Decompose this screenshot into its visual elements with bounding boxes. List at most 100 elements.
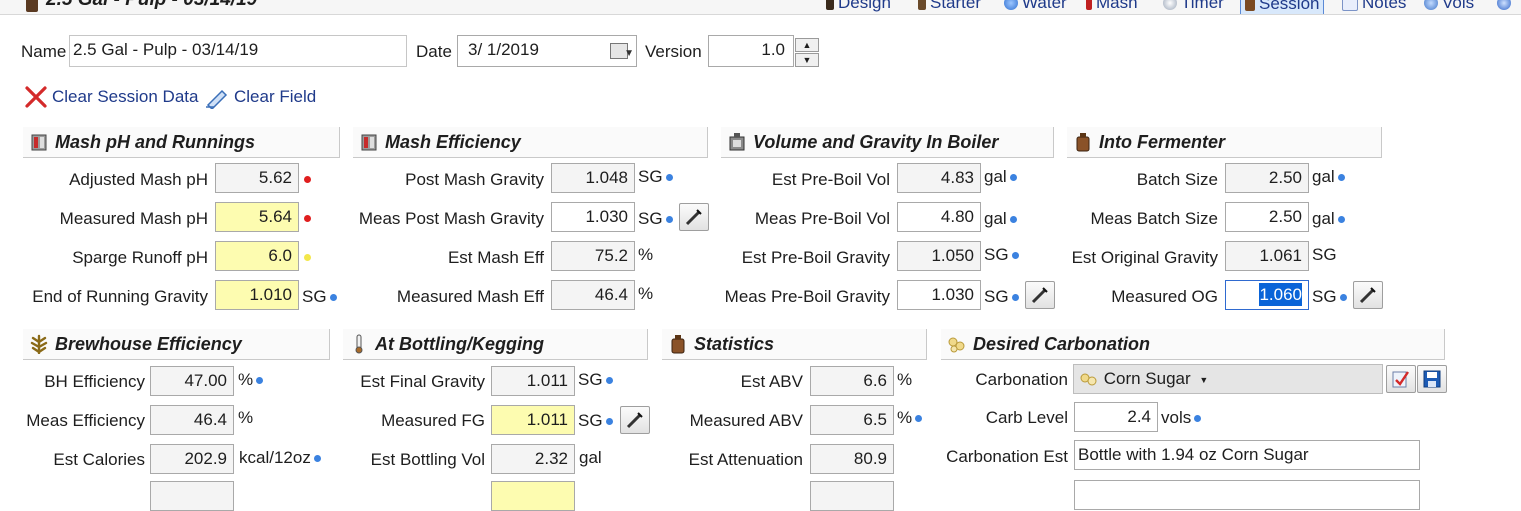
est-bottling-vol-label: Est Bottling Vol xyxy=(370,450,485,469)
vols-icon xyxy=(1424,0,1438,10)
measured-ph-label: Measured Mash pH xyxy=(59,209,208,228)
bh-efficiency-value: 47.00 xyxy=(150,366,234,396)
tab-timer[interactable]: Timer xyxy=(1163,0,1224,14)
clear-field-button[interactable]: Clear Field xyxy=(204,85,316,109)
water-drop-icon xyxy=(1004,0,1018,10)
info-dot-icon xyxy=(1339,294,1347,302)
unit-label: % xyxy=(238,370,264,390)
tab-vols[interactable]: Vols xyxy=(1424,0,1474,14)
unit-label: % xyxy=(638,245,654,264)
clear-session-button[interactable]: Clear Session Data xyxy=(24,85,198,109)
info-dot-icon xyxy=(665,174,673,182)
carb-level-field[interactable]: 2.4 xyxy=(1074,402,1158,432)
hydrometer-icon xyxy=(685,209,702,226)
adjusted-ph-value: 5.62 xyxy=(215,163,299,193)
meas-post-gravity-field[interactable]: 1.030 xyxy=(551,202,635,232)
stepper-up-icon[interactable]: ▲ xyxy=(795,38,819,52)
info-dot-icon xyxy=(1194,415,1202,423)
section-statistics: Statistics xyxy=(662,329,927,360)
info-dot-icon xyxy=(605,377,613,385)
tab-water[interactable]: Water xyxy=(1004,0,1067,14)
thermometer-icon xyxy=(355,334,363,354)
selected-text: 1.060 xyxy=(1259,283,1302,306)
hydrometer-button[interactable] xyxy=(620,406,650,434)
section-fermenter: Into Fermenter xyxy=(1067,127,1382,158)
meas-batch-size-label: Meas Batch Size xyxy=(1090,209,1218,228)
meas-preboil-vol-field[interactable]: 4.80 xyxy=(897,202,981,232)
est-calories-label: Est Calories xyxy=(53,450,145,469)
section-mash-efficiency: Mash Efficiency xyxy=(353,127,708,158)
version-label: Version xyxy=(645,42,702,61)
end-gravity-field[interactable]: 1.010 xyxy=(215,280,299,310)
carbonation-dropdown[interactable]: Corn Sugar ▼ xyxy=(1073,364,1383,394)
partial-field xyxy=(810,481,894,511)
chevron-down-icon: ▼ xyxy=(624,48,634,59)
section-mash-ph: Mash pH and Runnings xyxy=(23,127,340,158)
sparge-ph-label: Sparge Runoff pH xyxy=(72,248,208,267)
floppy-save-icon xyxy=(1423,370,1441,388)
check-list-button[interactable] xyxy=(1386,365,1416,393)
info-dot-icon xyxy=(1011,252,1019,260)
est-preboil-gravity-value: 1.050 xyxy=(897,241,981,271)
unit-label: SG xyxy=(984,245,1019,265)
version-field[interactable]: 1.0 xyxy=(708,35,794,67)
info-dot-icon xyxy=(665,216,673,224)
sparge-ph-field[interactable]: 6.0 xyxy=(215,241,299,271)
measured-ph-field[interactable]: 5.64 xyxy=(215,202,299,232)
batch-size-value: 2.50 xyxy=(1225,163,1309,193)
hydrometer-button[interactable] xyxy=(1353,281,1383,309)
est-og-label: Est Original Gravity xyxy=(1071,248,1218,267)
info-dot-icon xyxy=(1337,216,1345,224)
measured-abv-value: 6.5 xyxy=(810,405,894,435)
tab-notes[interactable]: Notes xyxy=(1342,0,1406,14)
version-stepper[interactable]: ▲ ▼ xyxy=(795,37,821,67)
stepper-down-icon[interactable]: ▼ xyxy=(795,53,819,67)
tab-starter[interactable]: Starter xyxy=(918,0,981,14)
name-field[interactable]: 2.5 Gal - Pulp - 03/14/19 xyxy=(69,35,407,67)
meas-preboil-gravity-field[interactable]: 1.030 xyxy=(897,280,981,310)
meas-mash-eff-value: 46.4 xyxy=(551,280,635,310)
help-button[interactable] xyxy=(1497,0,1511,14)
est-bottling-vol-value: 2.32 xyxy=(491,444,575,474)
est-mash-eff-label: Est Mash Eff xyxy=(447,248,544,267)
batch-size-label: Batch Size xyxy=(1136,170,1218,189)
unit-label: gal xyxy=(1312,167,1345,187)
date-picker[interactable]: 3/ 1/2019 ▼ xyxy=(457,35,637,67)
meas-batch-size-field[interactable]: 2.50 xyxy=(1225,202,1309,232)
tab-session[interactable]: Session xyxy=(1240,0,1325,14)
unit-label: kcal/12oz xyxy=(239,448,321,468)
save-button[interactable] xyxy=(1417,365,1447,393)
unit-label: SG xyxy=(638,167,673,187)
unit-label: gal xyxy=(984,209,1017,229)
measured-og-label: Measured OG xyxy=(1111,287,1218,306)
hydrometer-icon xyxy=(626,412,643,429)
section-brewhouse: Brewhouse Efficiency xyxy=(23,329,330,360)
unit-label: gal xyxy=(579,448,602,467)
tab-mash[interactable]: Mash xyxy=(1086,0,1138,14)
section-boiler: Volume and Gravity In Boiler xyxy=(721,127,1054,158)
hydrometer-icon xyxy=(1031,287,1048,304)
hydrometer-button[interactable] xyxy=(1025,281,1055,309)
tab-design[interactable]: Design xyxy=(826,0,891,14)
recipe-bottle-icon xyxy=(26,0,38,12)
est-abv-label: Est ABV xyxy=(740,372,803,391)
kettle-icon xyxy=(729,133,745,151)
checklist-icon xyxy=(1392,371,1409,388)
brew-bottle-icon xyxy=(826,0,834,10)
carbonation-label: Carbonation xyxy=(975,370,1068,389)
unit-label: SG xyxy=(302,287,337,307)
measured-og-field[interactable]: 1.060 xyxy=(1225,280,1309,310)
measured-fg-field[interactable]: 1.011 xyxy=(491,405,575,435)
hydrometer-button[interactable] xyxy=(679,203,709,231)
unit-label: gal xyxy=(984,167,1017,187)
est-mash-eff-value: 75.2 xyxy=(551,241,635,271)
unit-label: % xyxy=(638,284,654,303)
fermenter-icon xyxy=(1076,133,1090,152)
hydrometer-icon xyxy=(1359,287,1376,304)
chevron-down-icon: ▼ xyxy=(1199,374,1209,385)
est-attenuation-label: Est Attenuation xyxy=(688,450,803,469)
unit-label: % xyxy=(897,370,913,389)
est-preboil-vol-label: Est Pre-Boil Vol xyxy=(771,170,890,189)
est-fg-label: Est Final Gravity xyxy=(360,372,485,391)
unit-label: SG xyxy=(984,287,1019,307)
